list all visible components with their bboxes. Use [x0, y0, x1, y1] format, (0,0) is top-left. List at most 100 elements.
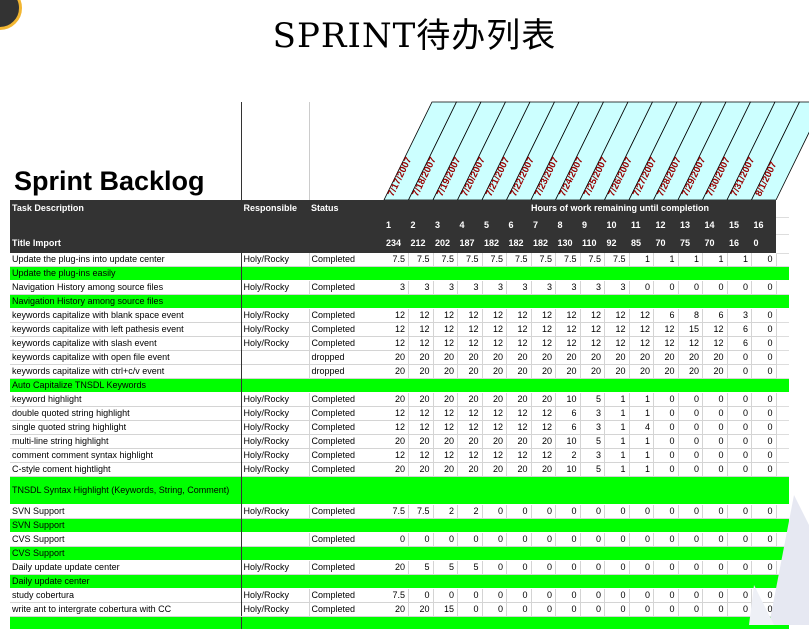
hours-remaining: 7.5: [384, 504, 409, 518]
hours-remaining: 12: [409, 309, 434, 323]
day-total: 182: [482, 234, 507, 253]
hours-remaining: 1: [678, 253, 703, 267]
hours-remaining: 12: [458, 337, 483, 351]
hours-remaining: 3: [507, 281, 532, 295]
header-empty: [309, 234, 384, 253]
hours-remaining: 20: [703, 365, 728, 379]
hours-remaining: 20: [605, 351, 630, 365]
hours-remaining: 20: [458, 351, 483, 365]
story-fill: [241, 616, 776, 630]
hours-remaining: 2: [433, 504, 458, 518]
hours-remaining: 4: [629, 421, 654, 435]
day-number: 2: [409, 217, 434, 234]
header-empty: [241, 217, 309, 234]
hours-remaining: 0: [678, 449, 703, 463]
row-blank: [776, 267, 789, 281]
story-row: Daily update center: [10, 574, 789, 588]
story-fill: [241, 295, 776, 309]
hours-remaining: 0: [580, 588, 605, 602]
hours-remaining: 0: [727, 351, 752, 365]
hours-remaining: 12: [482, 309, 507, 323]
hours-remaining: 12: [531, 309, 556, 323]
task-description: SVN Support: [10, 504, 241, 518]
story-fill: [241, 518, 776, 532]
hours-remaining: 12: [384, 309, 409, 323]
hours-remaining: 0: [727, 588, 752, 602]
hours-remaining: 0: [654, 393, 679, 407]
task-status: Completed: [309, 337, 384, 351]
sheet-title: Sprint Backlog: [14, 166, 205, 197]
task-responsible: Holy/Rocky: [241, 309, 309, 323]
hours-remaining: 20: [433, 365, 458, 379]
task-row: keywords capitalize with left pathesis e…: [10, 323, 789, 337]
task-responsible: Holy/Rocky: [241, 435, 309, 449]
hours-remaining: 1: [629, 393, 654, 407]
hours-remaining: 0: [507, 560, 532, 574]
hours-remaining: 20: [507, 435, 532, 449]
hours-remaining: 12: [605, 337, 630, 351]
task-row: comment comment syntax highlightHoly/Roc…: [10, 449, 789, 463]
row-blank: [776, 253, 789, 267]
hours-remaining: 12: [458, 407, 483, 421]
story-fill: [241, 267, 776, 281]
hours-remaining: 12: [458, 309, 483, 323]
task-row: CVS SupportCompleted0000000000000000: [10, 532, 789, 546]
hours-remaining: 0: [409, 532, 434, 546]
task-responsible: Holy/Rocky: [241, 449, 309, 463]
hours-remaining: 12: [629, 309, 654, 323]
hours-remaining: 0: [703, 393, 728, 407]
hours-remaining: 0: [629, 560, 654, 574]
hours-remaining: 0: [629, 602, 654, 616]
hours-remaining: 3: [531, 281, 556, 295]
hours-remaining: 0: [482, 588, 507, 602]
hours-remaining: 0: [703, 588, 728, 602]
row-blank: [776, 351, 789, 365]
row-blank: [776, 379, 789, 393]
hours-remaining: 0: [752, 407, 777, 421]
hours-remaining: 0: [507, 602, 532, 616]
hours-remaining: 1: [605, 463, 630, 477]
hours-remaining: 12: [580, 323, 605, 337]
hours-remaining: 0: [654, 463, 679, 477]
hours-remaining: 0: [703, 407, 728, 421]
hours-remaining: 1: [605, 435, 630, 449]
hours-remaining: 0: [752, 253, 777, 267]
task-row: Navigation History among source filesHol…: [10, 281, 789, 295]
hours-remaining: 0: [727, 560, 752, 574]
hours-remaining: 0: [678, 588, 703, 602]
hours-remaining: 0: [678, 435, 703, 449]
hours-remaining: 20: [482, 463, 507, 477]
hours-remaining: 12: [384, 337, 409, 351]
task-row: SVN SupportHoly/RockyCompleted7.57.52200…: [10, 504, 789, 518]
task-status: Completed: [309, 309, 384, 323]
hours-remaining: 8: [678, 309, 703, 323]
hours-remaining: 0: [678, 504, 703, 518]
hours-remaining: 12: [458, 323, 483, 337]
task-row: keywords capitalize with slash eventHoly…: [10, 337, 789, 351]
story-fill: [241, 546, 776, 560]
task-status: dropped: [309, 365, 384, 379]
hours-remaining: 20: [433, 435, 458, 449]
hours-remaining: 3: [556, 281, 581, 295]
day-number: 14: [703, 217, 728, 234]
hours-remaining: 0: [531, 504, 556, 518]
hours-remaining: 0: [654, 421, 679, 435]
hours-remaining: 3: [580, 407, 605, 421]
hours-remaining: 5: [409, 560, 434, 574]
hours-remaining: 1: [654, 253, 679, 267]
hours-remaining: 2: [556, 449, 581, 463]
story-title: Daily update center: [10, 574, 241, 588]
hours-remaining: 20: [482, 435, 507, 449]
hours-remaining: 12: [482, 407, 507, 421]
header-empty: [309, 217, 384, 234]
hours-remaining: 0: [752, 421, 777, 435]
hours-remaining: 7.5: [384, 253, 409, 267]
hours-remaining: 20: [384, 602, 409, 616]
story-title: Navigation History among source files: [10, 295, 241, 309]
hours-remaining: 20: [531, 393, 556, 407]
hours-remaining: 20: [580, 351, 605, 365]
story-row: TNSDL Syntax Highlight (Keywords, String…: [10, 477, 789, 504]
task-responsible: Holy/Rocky: [241, 323, 309, 337]
task-responsible: Holy/Rocky: [241, 463, 309, 477]
hours-remaining: 0: [556, 504, 581, 518]
